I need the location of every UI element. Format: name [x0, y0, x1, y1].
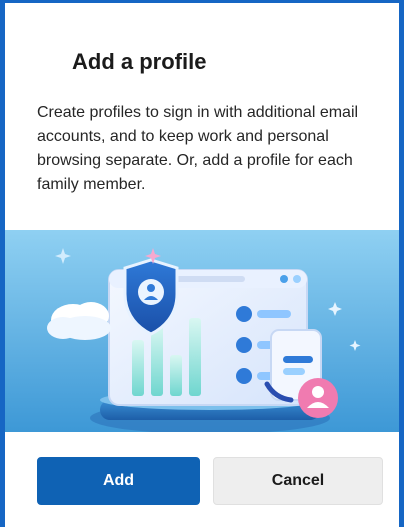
- dialog-title: Add a profile: [72, 49, 207, 74]
- user-icon: [298, 378, 338, 418]
- add-profile-dialog: Add a profile Create profiles to sign in…: [0, 0, 404, 527]
- add-button[interactable]: Add: [37, 457, 200, 505]
- dialog-description: Create profiles to sign in with addition…: [37, 104, 359, 193]
- cancel-button[interactable]: Cancel: [213, 457, 383, 505]
- profiles-illustration: [5, 230, 399, 432]
